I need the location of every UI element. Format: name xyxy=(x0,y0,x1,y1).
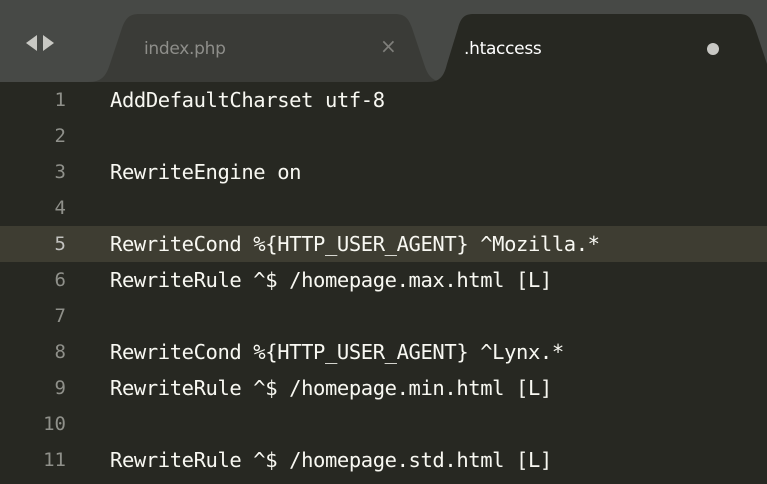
code-line[interactable]: 7 xyxy=(0,298,767,334)
line-number: 6 xyxy=(54,269,66,291)
tab-index-php[interactable]: index.php × xyxy=(88,14,446,82)
line-text[interactable]: RewriteRule ^$ /homepage.max.html [L] xyxy=(110,262,552,298)
line-number: 5 xyxy=(54,233,66,255)
line-text[interactable]: RewriteEngine on xyxy=(110,154,301,190)
line-number: 8 xyxy=(54,341,66,363)
code-line[interactable]: 10 xyxy=(0,406,767,442)
nav-forward-icon[interactable] xyxy=(43,35,54,51)
close-icon[interactable]: × xyxy=(380,36,397,56)
code-line[interactable]: 3 RewriteEngine on xyxy=(0,154,767,190)
line-number: 10 xyxy=(43,413,66,435)
code-line[interactable]: 8 RewriteCond %{HTTP_USER_AGENT} ^Lynx.* xyxy=(0,334,767,370)
line-text[interactable]: RewriteRule ^$ /homepage.min.html [L] xyxy=(110,370,552,406)
line-number: 4 xyxy=(54,197,66,219)
line-number: 3 xyxy=(54,161,66,183)
code-line[interactable]: 11 RewriteRule ^$ /homepage.std.html [L] xyxy=(0,442,767,478)
line-number: 2 xyxy=(54,125,66,147)
code-line[interactable]: 2 xyxy=(0,118,767,154)
line-number: 9 xyxy=(54,377,66,399)
unsaved-dot-icon[interactable] xyxy=(707,43,719,55)
line-text[interactable]: AddDefaultCharset utf-8 xyxy=(110,82,385,118)
line-text[interactable]: RewriteCond %{HTTP_USER_AGENT} ^Lynx.* xyxy=(110,334,564,370)
tab-label: .htaccess xyxy=(464,39,542,59)
code-line[interactable]: 9 RewriteRule ^$ /homepage.min.html [L] xyxy=(0,370,767,406)
tab-label: index.php xyxy=(144,39,226,59)
line-number: 11 xyxy=(43,449,66,471)
line-number: 1 xyxy=(54,89,66,111)
code-line-current[interactable]: 5 RewriteCond %{HTTP_USER_AGENT} ^Mozill… xyxy=(0,226,767,262)
line-number: 7 xyxy=(54,305,66,327)
tab-htaccess[interactable]: .htaccess xyxy=(428,14,767,82)
code-line[interactable]: 4 xyxy=(0,190,767,226)
code-line[interactable]: 1 AddDefaultCharset utf-8 xyxy=(0,82,767,118)
code-editor[interactable]: 1 AddDefaultCharset utf-8 2 3 RewriteEng… xyxy=(0,82,767,484)
nav-back-icon[interactable] xyxy=(26,35,37,51)
tab-bar: index.php × .htaccess xyxy=(0,0,767,82)
tab-navigation xyxy=(26,28,54,58)
line-text[interactable]: RewriteRule ^$ /homepage.std.html [L] xyxy=(110,442,552,478)
line-text[interactable]: RewriteCond %{HTTP_USER_AGENT} ^Mozilla.… xyxy=(110,226,600,262)
editor-window: index.php × .htaccess 1 AddDefaultCharse… xyxy=(0,0,767,484)
code-line[interactable]: 6 RewriteRule ^$ /homepage.max.html [L] xyxy=(0,262,767,298)
